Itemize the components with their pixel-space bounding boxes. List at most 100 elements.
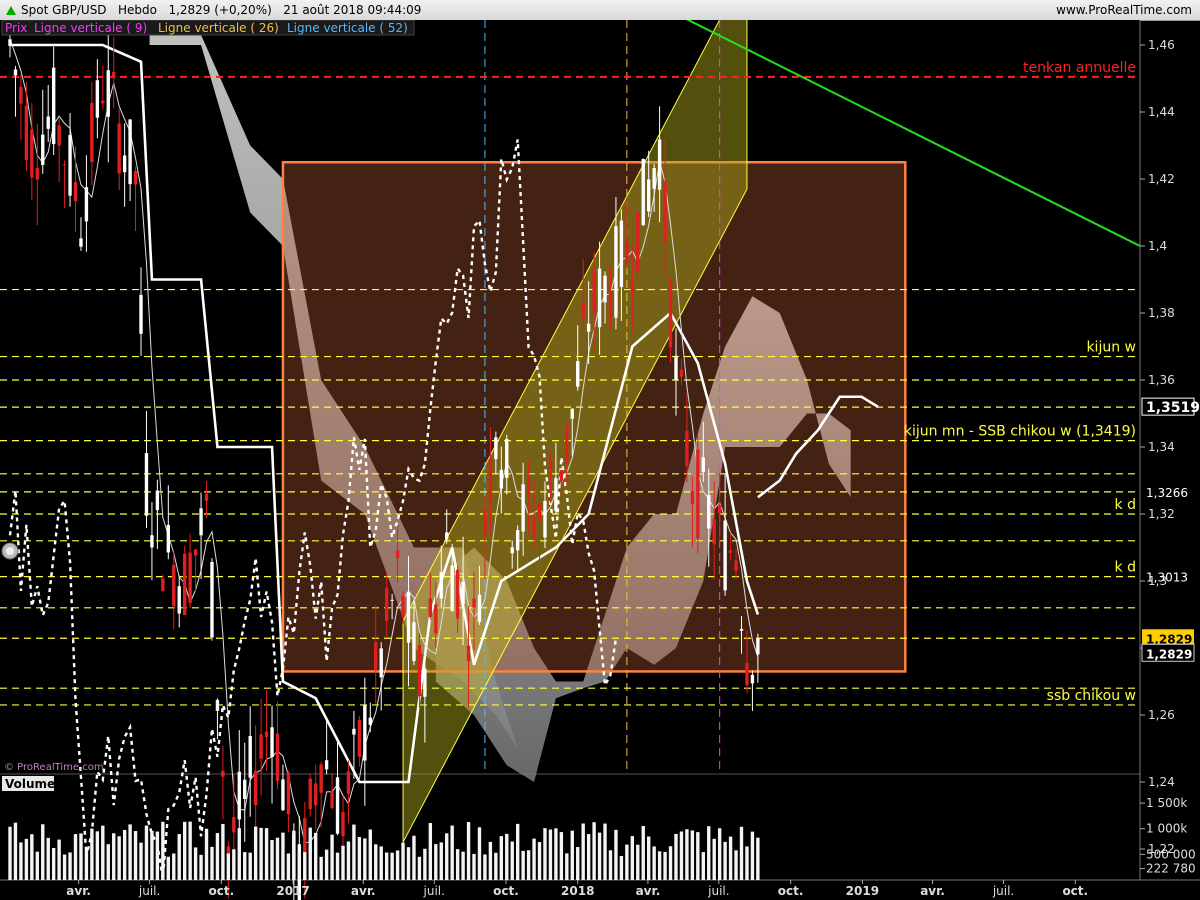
y-tick-label: 1,4	[1148, 239, 1167, 253]
candle-body	[51, 67, 56, 145]
volume-tick-label: 1 500k	[1146, 796, 1187, 810]
volume-bar	[237, 828, 241, 880]
candle-body	[128, 119, 132, 185]
volume-bar	[641, 825, 645, 880]
candle-body	[68, 135, 72, 196]
volume-bar	[379, 846, 383, 880]
volume-bar	[79, 833, 83, 880]
volume-bar	[455, 849, 460, 880]
candle-body	[264, 731, 269, 738]
candle-body	[739, 628, 744, 631]
volume-bar	[374, 844, 378, 880]
volume-bar	[166, 856, 171, 880]
candle-body	[270, 727, 274, 758]
candle-body	[548, 460, 553, 470]
volume-bar	[483, 854, 487, 880]
volume-bar	[308, 827, 312, 880]
volume-bar	[739, 826, 744, 880]
volume-bar	[24, 838, 29, 880]
site-url[interactable]: www.ProRealTime.com	[1056, 3, 1192, 17]
volume-bar	[133, 831, 138, 880]
candle-body	[554, 478, 558, 512]
volume-label-text: Volume	[5, 777, 55, 791]
volume-bar	[112, 833, 116, 880]
last-price: 1,2829 (+0,20%)	[168, 3, 272, 17]
volume-bar	[625, 844, 629, 880]
candle-body	[368, 717, 372, 725]
candle-body	[155, 490, 160, 511]
volume-bar	[226, 853, 231, 880]
volume-bar	[270, 840, 274, 880]
volume-bar	[357, 837, 362, 880]
candle-body	[24, 105, 29, 161]
volume-bar	[259, 827, 263, 880]
candle-body	[641, 159, 645, 226]
legend-vline-26[interactable]: Ligne verticale ( 26)	[158, 21, 279, 35]
candle-body	[253, 770, 258, 806]
volume-bar	[668, 846, 673, 880]
volume-bar	[554, 828, 558, 880]
volume-bar	[712, 838, 716, 880]
candle-body	[472, 598, 476, 608]
candle-body	[483, 510, 487, 535]
x-tick-label: 2018	[561, 884, 594, 898]
level-label: ssb chikou w	[1047, 688, 1136, 704]
level-label: tenkan annuelle	[1023, 60, 1136, 76]
volume-tick-label: 222 780	[1146, 862, 1196, 876]
volume-bar	[647, 836, 651, 880]
candle-body	[232, 817, 236, 833]
volume-bar	[117, 836, 121, 880]
candle-body	[13, 69, 18, 76]
instrument-name: Spot GBP/USD	[21, 3, 107, 17]
volume-bar	[499, 836, 503, 880]
volume-bar	[8, 826, 12, 880]
candle-body	[172, 564, 176, 607]
candle-body	[177, 586, 181, 614]
legend-price[interactable]: Prix	[5, 21, 27, 35]
candle-body	[352, 728, 356, 735]
volume-bar	[445, 833, 449, 880]
candle-body	[374, 642, 378, 671]
volume-bar	[565, 853, 569, 880]
alarm-icon-inner	[6, 547, 14, 555]
price-markers: 1,35191,32661,30131,28291,2829	[1141, 397, 1200, 662]
candle-body	[182, 553, 187, 616]
volume-bar	[335, 852, 340, 880]
candle-body	[417, 645, 422, 697]
volume-axis: 1 500k 1 000k 500 000222 780	[1140, 796, 1196, 876]
candle-body	[505, 438, 509, 478]
candle-body	[106, 70, 110, 117]
candle-body	[499, 469, 503, 489]
volume-bar	[384, 852, 389, 880]
candle-body	[423, 668, 427, 697]
candle-body	[319, 764, 323, 793]
candle-body	[756, 638, 760, 655]
y-tick-label: 1,32	[1148, 507, 1175, 521]
y-tick-label: 1,26	[1148, 708, 1175, 722]
alarm-icon[interactable]	[1, 542, 19, 560]
volume-bar	[232, 849, 236, 880]
volume-bar	[543, 828, 547, 880]
volume-bar	[592, 822, 596, 880]
legend-vline-52[interactable]: Ligne verticale ( 52)	[287, 21, 408, 35]
candle-body	[144, 452, 149, 516]
volume-bar	[505, 833, 509, 880]
volume-bar	[73, 834, 78, 880]
candle-body	[477, 594, 482, 622]
candle-body	[314, 783, 318, 806]
candle-body	[565, 425, 569, 464]
volume-bar	[466, 822, 471, 880]
candle-body	[150, 535, 154, 548]
candle-body	[576, 361, 580, 387]
level-label: k d	[1115, 560, 1136, 576]
candle-body	[379, 648, 383, 678]
legend-vline-9[interactable]: Ligne verticale ( 9)	[34, 21, 147, 35]
volume-bar	[461, 851, 465, 880]
volume-bar	[101, 825, 105, 880]
candle-body	[521, 484, 525, 532]
volume-bar	[122, 829, 127, 880]
candle-body	[597, 268, 602, 328]
candle-body	[745, 663, 749, 686]
volume-bar	[243, 852, 247, 880]
volume-bar	[319, 856, 323, 880]
